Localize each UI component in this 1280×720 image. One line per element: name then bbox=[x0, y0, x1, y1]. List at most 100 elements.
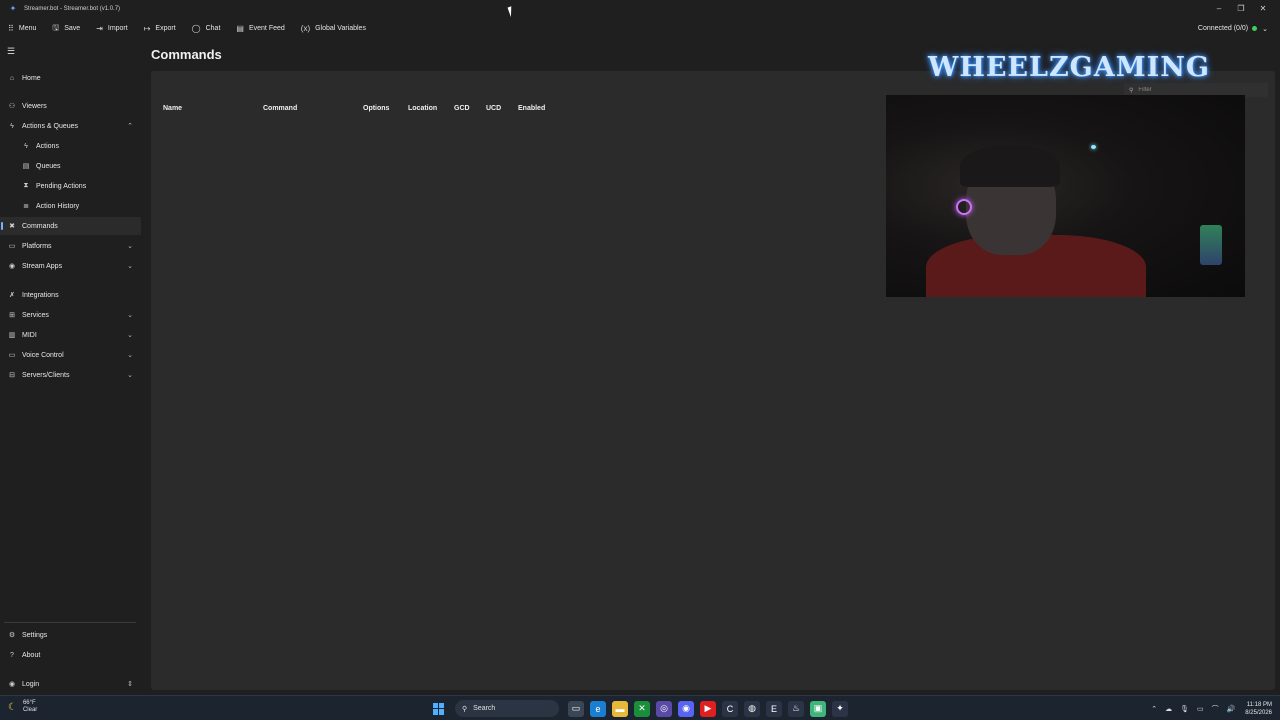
edge-browser-icon[interactable]: e bbox=[590, 700, 606, 717]
clock-time: 11:18 PM bbox=[1246, 701, 1272, 708]
youtube-icon[interactable]: ▶ bbox=[700, 700, 716, 717]
gear-icon: ⚙ bbox=[8, 632, 16, 639]
sidebar-item-queues[interactable]: ▤ Queues bbox=[0, 157, 141, 175]
streamerbot-taskbar-icon[interactable]: ✦ bbox=[832, 700, 848, 717]
chevron-down-icon: ⌄ bbox=[127, 332, 133, 339]
weather-desc: Clear bbox=[22, 707, 38, 713]
viewers-icon: ⚇ bbox=[8, 103, 16, 110]
filter-input[interactable] bbox=[1138, 87, 1249, 93]
global-variables-button[interactable]: (x) Global Variables bbox=[301, 24, 366, 33]
chevron-down-icon: ⌄ bbox=[1262, 25, 1268, 33]
sidebar-item-about[interactable]: ? About bbox=[0, 646, 141, 664]
epic-games-icon[interactable]: E bbox=[766, 700, 782, 717]
monitor-icon[interactable]: ▭ bbox=[1197, 705, 1204, 713]
midi-icon: ▥ bbox=[8, 332, 16, 339]
volume-icon[interactable]: 🔊 bbox=[1227, 705, 1236, 713]
xbox-icon[interactable]: ✕ bbox=[634, 700, 650, 717]
event-feed-button[interactable]: ▤ Event Feed bbox=[236, 24, 284, 33]
restore-button[interactable]: ❐ bbox=[1230, 0, 1252, 17]
taskbar-search[interactable]: ⚲ Search bbox=[455, 700, 559, 717]
export-button[interactable]: ↦ Export bbox=[144, 24, 176, 33]
sidebar-item-stream-apps[interactable]: ◉ Stream Apps ⌄ bbox=[0, 257, 141, 275]
sidebar-item-commands[interactable]: ✖ Commands bbox=[0, 217, 141, 235]
sidebar-item-voice-control[interactable]: ▭ Voice Control ⌄ bbox=[0, 346, 141, 364]
sidebar-item-label: Commands bbox=[22, 222, 58, 230]
file-explorer-icon[interactable]: ▬ bbox=[612, 700, 628, 717]
sidebar-item-label: Action History bbox=[36, 202, 80, 210]
close-button[interactable]: ✕ bbox=[1252, 0, 1274, 17]
sidebar-item-servers-clients[interactable]: ⊟ Servers/Clients ⌄ bbox=[0, 366, 141, 384]
import-button[interactable]: ⇥ Import bbox=[96, 24, 128, 33]
cloud-icon[interactable]: ☁ bbox=[1165, 705, 1172, 713]
chevron-up-icon[interactable]: ⌃ bbox=[1151, 705, 1157, 713]
sidebar-item-services[interactable]: ⊞ Services ⌄ bbox=[0, 306, 141, 324]
save-button[interactable]: 🖫 Save bbox=[52, 22, 80, 36]
weather-widget[interactable]: ☾ 66°F Clear bbox=[8, 700, 37, 714]
chevron-down-icon: ⌄ bbox=[127, 312, 133, 319]
microphone-icon[interactable]: 🎙 bbox=[1180, 705, 1189, 713]
sidebar-item-settings[interactable]: ⚙ Settings bbox=[0, 626, 141, 644]
webcam-person-cap bbox=[960, 145, 1060, 187]
sidebar-item-label: Integrations bbox=[22, 291, 59, 299]
sidebar-item-midi[interactable]: ▥ MIDI ⌄ bbox=[0, 326, 141, 344]
weather-temp: 66°F bbox=[22, 700, 36, 706]
column-header-options[interactable]: Options bbox=[363, 105, 389, 112]
task-view-icon[interactable]: ▭ bbox=[568, 700, 584, 717]
hamburger-icon[interactable]: ☰ bbox=[7, 46, 15, 57]
sidebar-item-home[interactable]: ⌂ Home bbox=[0, 69, 141, 87]
page-title: Commands bbox=[151, 47, 222, 62]
chevron-down-icon: ⌄ bbox=[127, 372, 133, 379]
sidebar-item-label: Settings bbox=[22, 631, 48, 639]
sidebar-item-platforms[interactable]: ▭ Platforms ⌄ bbox=[0, 237, 141, 255]
webcam-overlay bbox=[886, 95, 1245, 297]
window-title: Streamer.bot - Streamer.bot (v1.0.7) bbox=[24, 5, 121, 12]
sidebar-item-action-history[interactable]: ≣ Action History bbox=[0, 197, 141, 215]
variables-icon: (x) bbox=[300, 24, 311, 33]
sidebar-item-label: Pending Actions bbox=[36, 182, 87, 190]
webcam-light-icon bbox=[1091, 145, 1096, 149]
network-icon[interactable]: ⌒ bbox=[1212, 704, 1219, 714]
chat-icon: ◯ bbox=[191, 24, 201, 33]
brand-logo: WHEELZGAMING bbox=[928, 52, 1210, 83]
column-header-location[interactable]: Location bbox=[408, 105, 437, 112]
windows-taskbar: ☾ 66°F Clear ⚲ Search ▭ e ▬ ✕ ◎ ◉ ▶ C ◍ … bbox=[0, 695, 1280, 720]
global-variables-label: Global Variables bbox=[315, 25, 366, 32]
column-header-name[interactable]: Name bbox=[163, 105, 182, 112]
sidebar-item-label: Stream Apps bbox=[22, 262, 63, 270]
servers-icon: ⊟ bbox=[9, 372, 15, 379]
queue-icon: ▤ bbox=[22, 163, 30, 170]
window-controls: – ❐ ✕ bbox=[1208, 0, 1274, 17]
windows-start-icon[interactable] bbox=[433, 702, 445, 715]
moon-icon: ☾ bbox=[8, 701, 17, 713]
minimize-button[interactable]: – bbox=[1208, 0, 1230, 17]
sidebar-item-label: MIDI bbox=[22, 331, 37, 339]
sidebar-item-actions-queues[interactable]: ϟ Actions & Queues ⌃ bbox=[0, 117, 141, 135]
commands-icon: ✖ bbox=[9, 223, 15, 230]
column-header-command[interactable]: Command bbox=[263, 105, 297, 112]
discord-icon[interactable]: ◉ bbox=[678, 700, 694, 717]
sidebar-item-viewers[interactable]: ⚇ Viewers bbox=[0, 97, 141, 115]
sidebar-item-pending-actions[interactable]: ⧗ Pending Actions bbox=[0, 177, 141, 195]
taskbar-clock[interactable]: 11:18 PM 8/25/2026 bbox=[1245, 701, 1272, 717]
column-header-enabled[interactable]: Enabled bbox=[518, 105, 545, 112]
voice-icon: ▭ bbox=[8, 352, 16, 359]
title-bar: ✦ Streamer.bot - Streamer.bot (v1.0.7) –… bbox=[0, 0, 1280, 17]
fire-app-icon[interactable]: ♨ bbox=[788, 700, 804, 717]
sidebar-item-actions[interactable]: ϟ Actions bbox=[0, 137, 141, 155]
chrome-icon[interactable]: ◍ bbox=[744, 700, 760, 717]
sidebar-item-integrations[interactable]: ✗ Integrations bbox=[0, 286, 141, 304]
app-icon[interactable]: ◎ bbox=[656, 700, 672, 717]
question-icon: ? bbox=[10, 651, 14, 659]
obs-app-icon[interactable]: ▣ bbox=[810, 700, 826, 717]
system-tray: ⌃ ☁ 🎙 ▭ ⌒ 🔊 11:18 PM 8/25/2026 bbox=[1147, 698, 1272, 719]
column-header-ucd[interactable]: UCD bbox=[486, 105, 501, 112]
sidebar-item-login[interactable]: ◉ Login ⇕ bbox=[0, 675, 141, 693]
import-icon: ⇥ bbox=[96, 24, 103, 33]
chevron-down-icon: ⌄ bbox=[127, 243, 133, 250]
sidebar-item-label: Actions bbox=[36, 142, 59, 150]
ccleaner-icon[interactable]: C bbox=[722, 700, 738, 717]
column-header-gcd[interactable]: GCD bbox=[454, 105, 470, 112]
connection-status[interactable]: Connected (0/0) ⌄ bbox=[1198, 17, 1268, 40]
chat-button[interactable]: ◯ Chat bbox=[192, 24, 221, 33]
menu-button[interactable]: ⠿ Menu bbox=[8, 24, 36, 33]
